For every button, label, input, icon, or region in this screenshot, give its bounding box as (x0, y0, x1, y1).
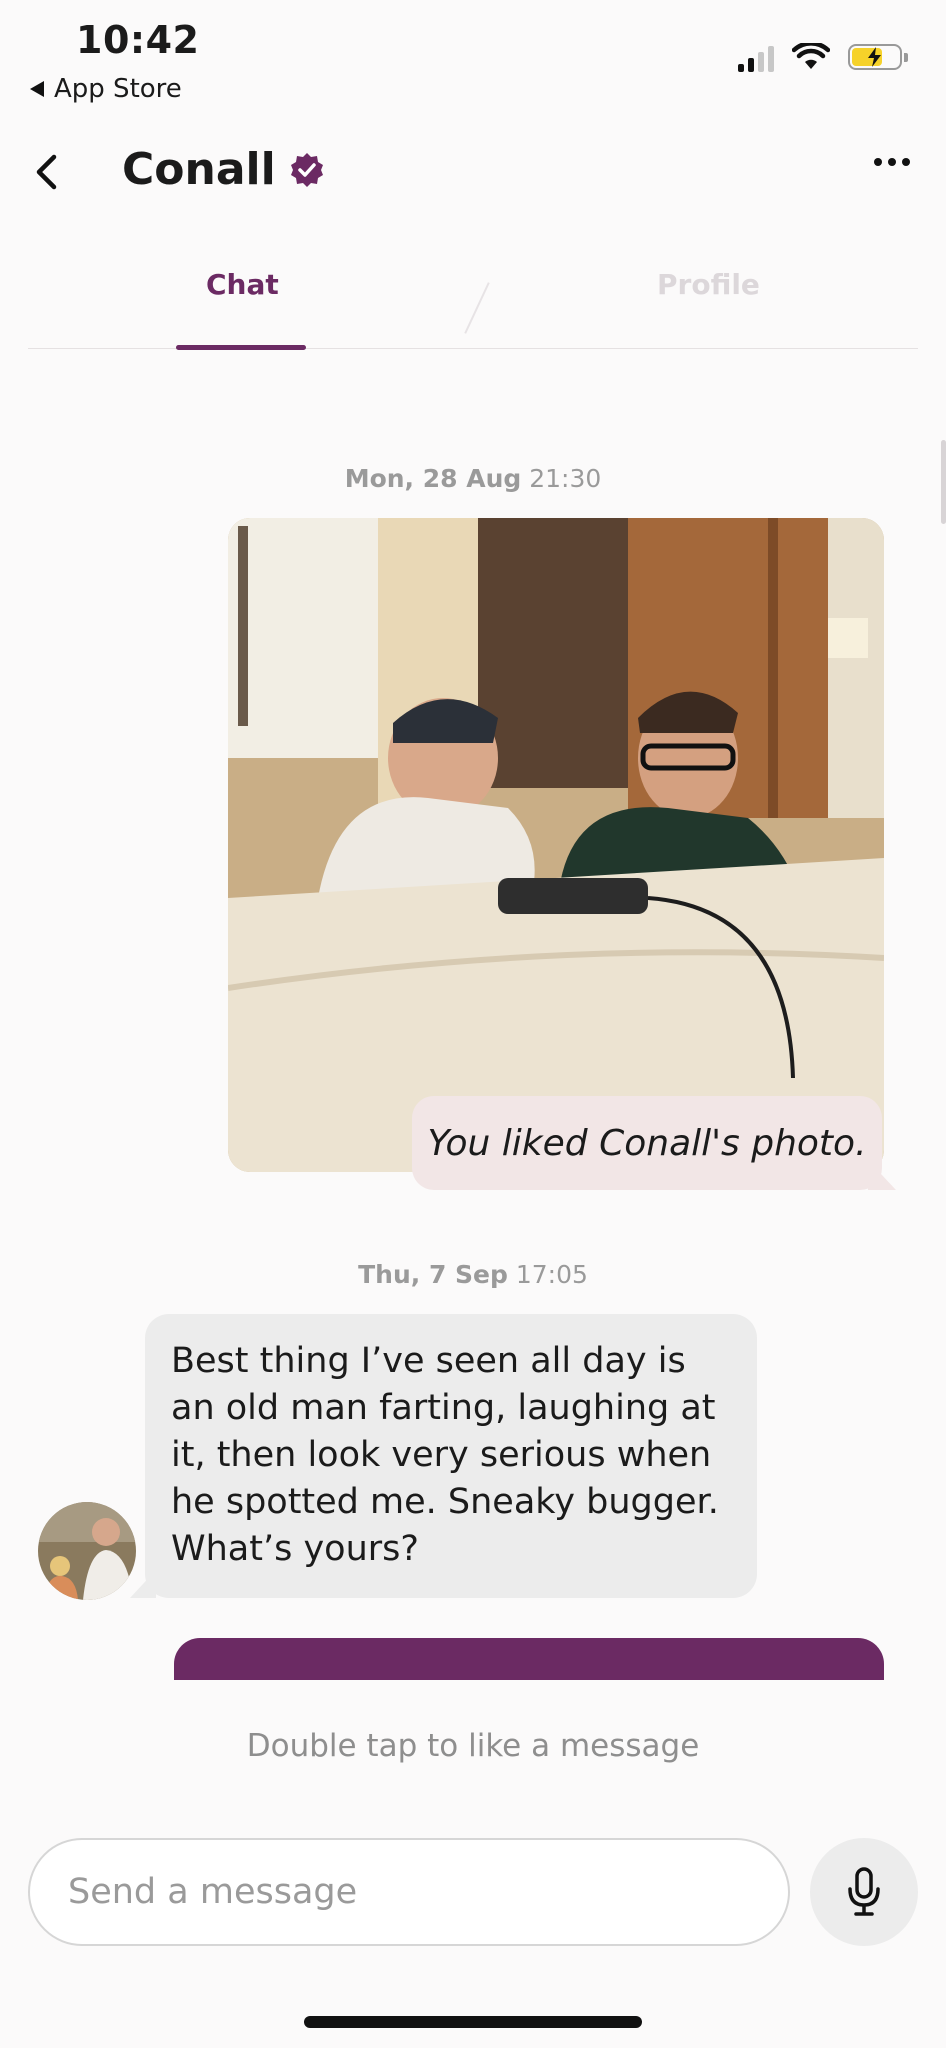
active-tab-indicator (176, 345, 306, 350)
message-timestamp: Mon, 28 Aug 21:30 (0, 464, 946, 493)
avatar[interactable] (38, 1502, 136, 1600)
back-to-app-store[interactable]: App Store (30, 74, 182, 104)
verified-badge-icon (290, 152, 323, 187)
back-app-label: App Store (54, 74, 182, 104)
tab-bar: Chat Profile (28, 240, 918, 350)
status-time: 10:42 (76, 18, 200, 62)
cellular-signal-icon (738, 42, 774, 72)
home-indicator (304, 2016, 642, 2028)
timestamp-date: Thu, 7 Sep (358, 1260, 508, 1289)
received-message[interactable]: Best thing I’ve seen all day is an old m… (145, 1314, 757, 1598)
timestamp-time: 17:05 (515, 1260, 588, 1289)
voice-message-button[interactable] (810, 1838, 918, 1946)
chat-header[interactable]: Conall (122, 144, 326, 195)
double-tap-hint: Double tap to like a message (246, 1728, 700, 1764)
message-input[interactable] (28, 1838, 790, 1946)
chevron-left-icon (36, 154, 57, 190)
tab-divider (464, 282, 490, 334)
tab-chat[interactable]: Chat (206, 268, 279, 301)
tab-profile[interactable]: Profile (657, 268, 760, 301)
back-triangle-icon (30, 81, 44, 97)
status-icons (738, 42, 908, 72)
microphone-icon (848, 1867, 880, 1916)
timestamp-time: 21:30 (529, 464, 602, 493)
bubble-tail (868, 1160, 896, 1190)
back-button[interactable] (34, 150, 74, 194)
battery-charging-icon (848, 44, 908, 70)
photo-liked-notice: You liked Conall's photo. (412, 1096, 882, 1190)
timestamp-date: Mon, 28 Aug (344, 464, 522, 493)
bubble-tail (130, 1570, 156, 1598)
more-options-icon[interactable] (866, 150, 918, 174)
shared-photo[interactable] (228, 518, 884, 1172)
message-timestamp: Thu, 7 Sep 17:05 (0, 1260, 946, 1289)
wifi-icon (792, 43, 830, 69)
contact-name: Conall (122, 144, 276, 195)
